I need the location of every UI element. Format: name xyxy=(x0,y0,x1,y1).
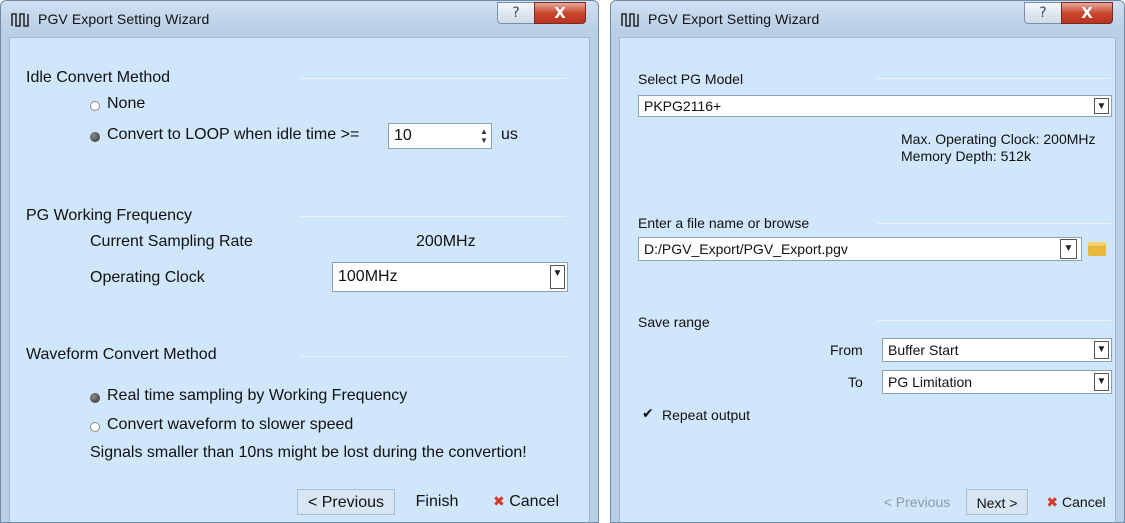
left-wizard-window: PGV Export Setting Wizard ? X Idle Conve… xyxy=(0,0,599,523)
chevron-down-icon[interactable]: ▼ xyxy=(1060,239,1077,259)
folder-icon[interactable] xyxy=(1088,242,1106,256)
x-icon: ✖ xyxy=(1046,495,1059,511)
pg-model-value: PKPG2116+ xyxy=(644,98,722,114)
pg-model-select[interactable]: PKPG2116+ ▼ xyxy=(638,95,1112,117)
close-button[interactable]: X xyxy=(534,2,586,24)
file-heading: Enter a file name or browse xyxy=(638,215,810,231)
section-divider xyxy=(877,78,1111,79)
section-divider xyxy=(300,356,566,357)
previous-button[interactable]: < Previous xyxy=(297,489,395,515)
left-client-area: Idle Convert Method None Convert to LOOP… xyxy=(9,37,590,522)
max-clock-info: Max. Operating Clock: 200MHz xyxy=(901,131,1096,147)
option-realtime-label[interactable]: Real time sampling by Working Frequency xyxy=(107,387,407,405)
right-titlebar: PGV Export Setting Wizard ? X xyxy=(611,1,1124,37)
right-wizard-window: PGV Export Setting Wizard ? X Select PG … xyxy=(610,0,1125,523)
radio-unselected-icon[interactable] xyxy=(90,422,100,432)
section-divider xyxy=(877,320,1111,321)
operating-clock-label: Operating Clock xyxy=(90,269,205,286)
chevron-down-icon[interactable]: ▼ xyxy=(1094,373,1109,391)
operating-clock-select[interactable]: 100MHz ▼ xyxy=(332,262,568,292)
section-divider xyxy=(300,78,566,79)
checkmark-icon[interactable]: ✔ xyxy=(642,406,654,422)
x-icon: ✖ xyxy=(493,494,505,510)
sampling-rate-value: 200MHz xyxy=(416,233,476,250)
repeat-output-label[interactable]: Repeat output xyxy=(662,407,750,423)
waveform-icon xyxy=(621,13,639,27)
from-value: Buffer Start xyxy=(888,342,959,358)
close-button[interactable]: X xyxy=(1061,2,1113,24)
finish-button[interactable]: Finish xyxy=(405,489,469,515)
operating-clock-value: 100MHz xyxy=(338,268,398,285)
waveform-convert-heading: Waveform Convert Method xyxy=(26,346,217,363)
to-label: To xyxy=(848,374,863,390)
from-label: From xyxy=(830,342,863,358)
radio-selected-icon[interactable] xyxy=(90,132,100,142)
to-value: PG Limitation xyxy=(888,374,973,390)
to-select[interactable]: PG Limitation ▼ xyxy=(882,370,1112,394)
cancel-label: Cancel xyxy=(1062,494,1106,510)
option-slower-label[interactable]: Convert waveform to slower speed xyxy=(107,416,353,434)
idle-convert-heading: Idle Convert Method xyxy=(26,69,171,86)
file-path-value: D:/PGV_Export/PGV_Export.pgv xyxy=(644,241,848,257)
option-none-label[interactable]: None xyxy=(107,95,145,113)
next-button[interactable]: Next > xyxy=(966,489,1028,515)
from-select[interactable]: Buffer Start ▼ xyxy=(882,338,1112,362)
idle-time-input[interactable]: 10 ▲ ▼ xyxy=(388,123,492,149)
radio-selected-icon[interactable] xyxy=(90,393,100,403)
waveform-icon xyxy=(11,13,29,27)
pg-model-heading: Select PG Model xyxy=(638,71,744,87)
right-client-area: Select PG Model PKPG2116+ ▼ Max. Operati… xyxy=(619,37,1116,522)
help-button[interactable]: ? xyxy=(1024,2,1062,24)
file-path-input[interactable]: D:/PGV_Export/PGV_Export.pgv xyxy=(638,237,1082,261)
option-loop-label[interactable]: Convert to LOOP when idle time >= xyxy=(107,126,359,144)
section-divider xyxy=(877,223,1111,224)
window-title: PGV Export Setting Wizard xyxy=(648,11,820,27)
spinner-arrows-icon[interactable]: ▲ ▼ xyxy=(479,127,489,145)
radio-unselected-icon[interactable] xyxy=(90,101,100,111)
memory-depth-info: Memory Depth: 512k xyxy=(901,148,1031,164)
window-title: PGV Export Setting Wizard xyxy=(38,11,210,27)
cancel-button[interactable]: ✖ Cancel xyxy=(478,489,574,515)
cancel-button[interactable]: ✖ Cancel xyxy=(1034,489,1118,515)
chevron-down-icon[interactable]: ▼ xyxy=(1094,98,1109,114)
pg-frequency-heading: PG Working Frequency xyxy=(26,207,192,224)
left-titlebar: PGV Export Setting Wizard ? X xyxy=(1,1,598,37)
help-button[interactable]: ? xyxy=(497,2,535,24)
save-range-heading: Save range xyxy=(638,314,710,330)
idle-time-unit: us xyxy=(501,126,518,143)
section-divider xyxy=(300,216,566,217)
idle-time-value: 10 xyxy=(394,127,412,144)
cancel-label: Cancel xyxy=(509,493,559,510)
chevron-down-icon[interactable]: ▼ xyxy=(1094,341,1109,359)
previous-button[interactable]: < Previous xyxy=(872,489,962,515)
chevron-down-icon[interactable]: ▼ xyxy=(550,265,565,289)
warning-text: Signals smaller than 10ns might be lost … xyxy=(90,444,527,461)
sampling-rate-label: Current Sampling Rate xyxy=(90,233,253,250)
